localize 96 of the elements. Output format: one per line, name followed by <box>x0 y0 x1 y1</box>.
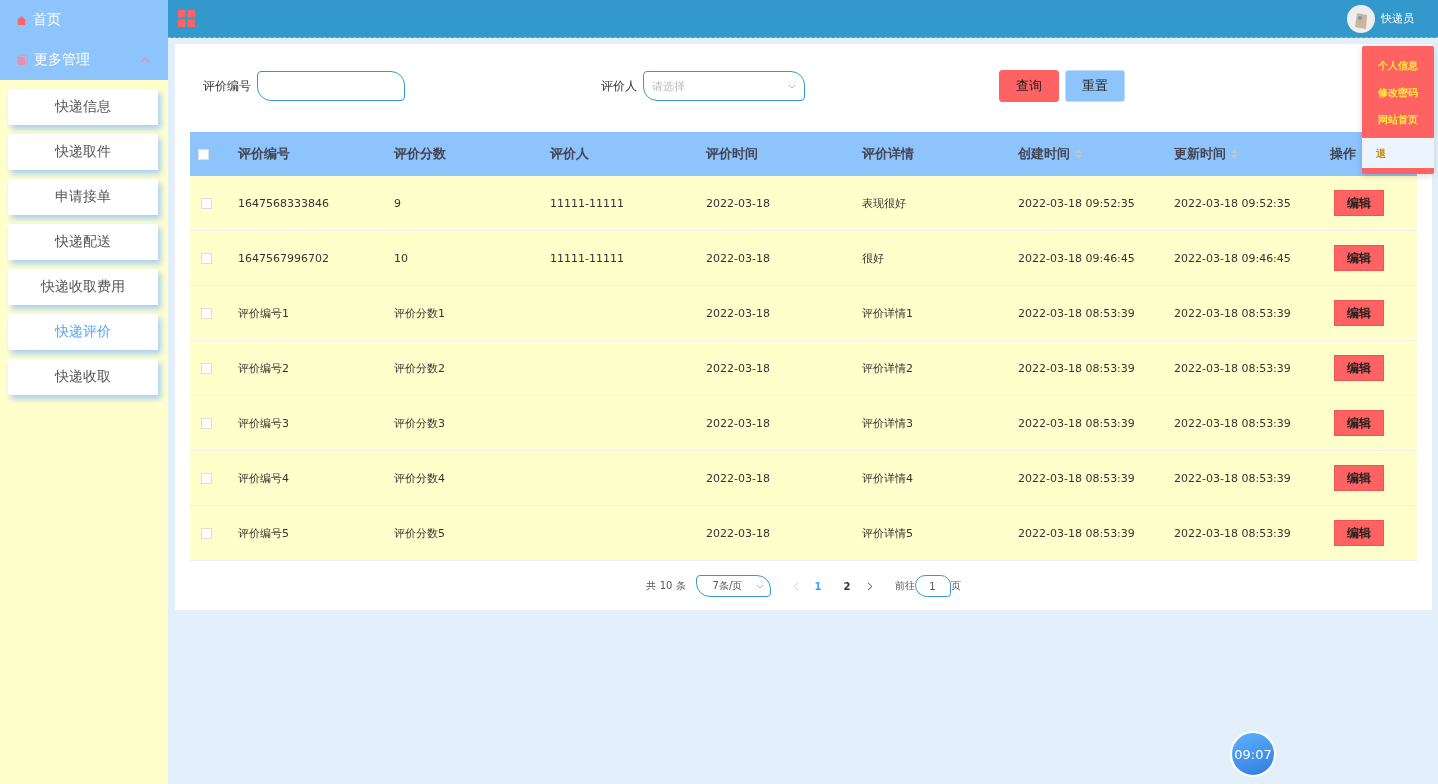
edit-button[interactable]: 编辑 <box>1334 245 1384 271</box>
next-icon[interactable] <box>866 581 873 591</box>
checkbox[interactable] <box>201 197 212 209</box>
edit-button[interactable]: 编辑 <box>1334 465 1384 491</box>
table-cell-text: 评价编号3 <box>238 415 290 431</box>
edit-button[interactable]: 编辑 <box>1334 520 1384 546</box>
table-cell-text: 2022-03-18 08:53:39 <box>1174 526 1292 540</box>
table-cell-text: 评价分数5 <box>394 525 446 541</box>
clock-badge: 09:07 <box>1230 731 1276 777</box>
table-cell-text: 评价分数2 <box>394 360 446 376</box>
checkbox[interactable] <box>201 307 212 319</box>
table-cell-text: 评价分数3 <box>394 415 446 431</box>
reset-button[interactable]: 重置 <box>1065 70 1125 102</box>
table-cell-text: 2022-03-18 <box>706 251 771 265</box>
table-cell-text: 2022-03-18 <box>706 416 771 430</box>
table-cell-text: 11111-11111 <box>550 196 625 210</box>
table-cell-text: 2022-03-18 08:53:39 <box>1174 471 1292 485</box>
checkbox[interactable] <box>201 362 212 374</box>
table-cell-text: 1647567996702 <box>238 251 330 265</box>
table-cell-text: 评价编号4 <box>238 470 290 486</box>
table-cell-text: 2022-03-18 09:52:35 <box>1018 196 1136 210</box>
table-cell-text: 2022-03-18 09:46:45 <box>1018 251 1136 265</box>
goto-label: 前往 <box>894 579 915 593</box>
page-suffix: 页 <box>950 579 961 593</box>
input-field[interactable] <box>257 71 405 101</box>
sort-icon[interactable] <box>1075 149 1082 159</box>
column-header: 评价人 <box>550 145 589 163</box>
avatar[interactable] <box>1347 4 1375 33</box>
table-cell-text: 评价详情5 <box>862 525 914 541</box>
table-cell-text: 10 <box>394 251 409 265</box>
table-cell-text: 2022-03-18 <box>706 526 771 540</box>
edit-button[interactable]: 编辑 <box>1334 190 1384 216</box>
table-cell-text: 评价编号5 <box>238 525 290 541</box>
chevron-icon <box>755 583 764 589</box>
sidebar-item[interactable]: 快递收取费用 <box>8 269 158 305</box>
sidebar-item[interactable]: 快递收取 <box>8 359 158 395</box>
column-header[interactable]: 更新时间 <box>1174 145 1238 163</box>
table-cell-text: 评价详情4 <box>862 470 914 486</box>
home-icon <box>16 14 27 26</box>
table-cell-text: 2022-03-18 <box>706 306 771 320</box>
checkbox[interactable] <box>201 527 212 539</box>
table-cell-text: 11111-11111 <box>550 251 625 265</box>
table-cell-text: 评价详情3 <box>862 415 914 431</box>
table-cell-text: 评价编号1 <box>238 305 290 321</box>
table-cell-text: 9 <box>394 196 402 210</box>
chevron-icon <box>788 83 796 89</box>
table-cell-text: 评价详情1 <box>862 305 914 321</box>
table-cell-text: 2022-03-18 09:52:35 <box>1174 196 1292 210</box>
field-label: 评价人 <box>601 77 637 95</box>
edit-button[interactable]: 编辑 <box>1334 300 1384 326</box>
table-cell-text: 2022-03-18 <box>706 361 771 375</box>
table-cell-text: 表现很好 <box>862 195 907 211</box>
edit-button[interactable]: 编辑 <box>1334 410 1384 436</box>
table-cell-text: 评价分数1 <box>394 305 446 321</box>
total-count: 共 10 条 <box>646 579 686 593</box>
table-cell-text: 评价详情2 <box>862 360 914 376</box>
prev-icon[interactable] <box>792 581 799 591</box>
caret-icon[interactable] <box>140 57 150 63</box>
table-cell-text: 很好 <box>862 250 885 266</box>
column-header: 评价时间 <box>706 145 758 163</box>
table-cell-text: 2022-03-18 08:53:39 <box>1018 416 1136 430</box>
sort-icon[interactable] <box>1231 149 1238 159</box>
column-header: 评价分数 <box>394 145 446 163</box>
edit-button[interactable]: 编辑 <box>1334 355 1384 381</box>
field-label: 评价编号 <box>203 77 251 95</box>
sidebar-item[interactable]: 申请接单 <box>8 179 158 215</box>
table-cell-text: 2022-03-18 08:53:39 <box>1018 306 1136 320</box>
table-cell-text: 2022-03-18 09:46:45 <box>1174 251 1292 265</box>
table-cell-text: 2022-03-18 08:53:39 <box>1018 471 1136 485</box>
page-number[interactable]: 2 <box>837 580 857 592</box>
table-cell-text: 2022-03-18 <box>706 471 771 485</box>
table-cell-text: 2022-03-18 08:53:39 <box>1018 361 1136 375</box>
table-cell-text: 2022-03-18 08:53:39 <box>1174 416 1292 430</box>
checkbox[interactable] <box>198 148 209 160</box>
checkbox[interactable] <box>201 417 212 429</box>
sidebar-item[interactable]: 快递配送 <box>8 224 158 260</box>
table-cell-text: 2022-03-18 08:53:39 <box>1018 526 1136 540</box>
checkbox[interactable] <box>201 472 212 484</box>
grid-icon[interactable] <box>178 10 195 27</box>
table-cell-text: 2022-03-18 <box>706 196 771 210</box>
table-cell-text: 2022-03-18 08:53:39 <box>1174 361 1292 375</box>
column-header: 评价编号 <box>238 145 290 163</box>
search-button[interactable]: 查询 <box>999 70 1059 102</box>
copy-icon <box>16 54 28 66</box>
checkbox[interactable] <box>201 252 212 264</box>
column-header[interactable]: 创建时间 <box>1018 145 1082 163</box>
column-header: 操作 <box>1330 145 1356 163</box>
sidebar-item[interactable]: 快递取件 <box>8 134 158 170</box>
column-header: 评价详情 <box>862 145 914 163</box>
table-cell-text: 1647568333846 <box>238 196 330 210</box>
user-name[interactable]: 快递员 <box>1381 11 1414 26</box>
table-cell-text: 评价分数4 <box>394 470 446 486</box>
table-cell-text: 2022-03-18 08:53:39 <box>1174 306 1292 320</box>
page-size-select[interactable]: 7条/页 <box>695 575 771 597</box>
sidebar-item[interactable]: 快递信息 <box>8 89 158 125</box>
table-cell-text: 评价编号2 <box>238 360 290 376</box>
